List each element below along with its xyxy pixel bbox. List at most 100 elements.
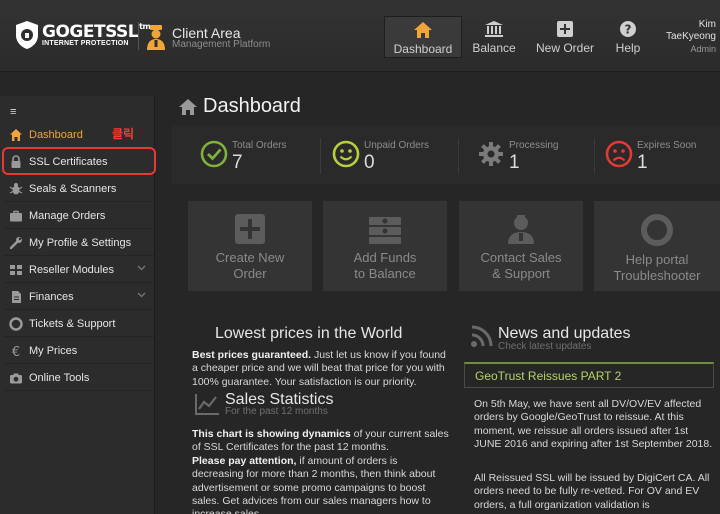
rss-icon [471,325,493,347]
nav-dashboard[interactable]: Dashboard [384,16,462,58]
sidebar-item-label: My Profile & Settings [29,236,132,249]
news-headline: GeoTrust Reissues PART 2 [475,369,622,383]
logo-tagline: INTERNET PROTECTION [42,40,129,47]
stat-total-orders[interactable]: Total Orders 7 [200,136,310,176]
tile-line1: Create New [215,250,285,265]
home-icon [414,22,432,38]
stat-divider [320,138,321,174]
sidebar-item-label: Online Tools [29,371,90,384]
sidebar-item-my-prices[interactable]: € My Prices [4,338,154,364]
sidebar: ≡ Dashboard 클릭 SSL Certificates Seals & … [0,96,156,514]
stat-label: Expires Soon [637,140,697,151]
header-subtitle: Management Platform [172,39,271,50]
sales-statistics-subtitle: For the past 12 months [225,406,328,417]
chevron-down-icon [137,292,146,298]
highlight-annotation-box [2,147,156,175]
bank-icon [485,21,503,37]
sidebar-item-reseller-modules[interactable]: Reseller Modules [4,257,154,283]
stat-label: Total Orders [232,140,287,151]
lifebuoy-icon [9,316,23,331]
smile-icon [332,140,360,168]
shield-logo-icon [16,21,38,49]
news-subtitle: Check latest updates [498,341,592,352]
stat-expires-soon[interactable]: Expires Soon 1 [605,136,715,176]
sidebar-item-seals-scanners[interactable]: Seals & Scanners [4,176,154,202]
user-menu[interactable]: Kim TaeKyeong Admin [666,19,716,55]
sales-bold-1: This chart is showing dynamics [192,428,351,440]
sidebar-item-label: My Prices [29,344,78,357]
plus-icon [557,21,573,37]
header-divider [138,22,139,50]
stat-processing[interactable]: Processing 1 [477,136,587,176]
sales-statistics-text: This chart is showing dynamics of your c… [192,428,450,514]
news-paragraph-1: On 5th May, we have sent all DV/OV/EV af… [474,398,713,451]
create-new-order-tile[interactable]: Create New Order [188,201,312,291]
menu-toggle-icon[interactable]: ≡ [10,106,16,118]
home-icon [10,128,22,141]
tile-line2: & Support [492,266,550,281]
sales-bold-2: Please pay attention, [192,454,297,467]
news-paragraph-2: All Reissued SSL will be issued by DigiC… [474,472,710,511]
sidebar-item-manage-orders[interactable]: Manage Orders [4,203,154,229]
sidebar-item-label: Reseller Modules [29,263,114,276]
stat-label: Unpaid Orders [364,140,430,151]
svg-text:?: ? [625,23,632,37]
line-chart-icon [195,394,219,415]
tile-line2: Troubleshooter [613,268,701,283]
sidebar-item-online-tools[interactable]: Online Tools [4,365,154,391]
gogetssl-logo[interactable]: GOGETSSLtm INTERNET PROTECTION [14,20,151,50]
question-icon: ? [620,21,636,37]
lifebuoy-icon [641,214,673,246]
stat-value: 1 [509,152,520,173]
tile-line2: Order [233,266,267,281]
page-title-text: Dashboard [203,95,301,117]
svg-text:€: € [12,345,20,358]
stat-value: 0 [364,152,375,173]
check-circle-icon [200,140,228,168]
nav-help[interactable]: ? Help [606,16,650,58]
stat-label: Processing [509,140,559,151]
sidebar-item-label: Manage Orders [29,209,106,222]
plus-square-icon [235,214,265,244]
bug-icon [9,182,23,194]
nav-balance-label: Balance [472,41,516,55]
sidebar-item-label: Seals & Scanners [29,182,117,195]
sidebar-item-finances[interactable]: Finances [4,284,154,310]
euro-icon: € [12,345,20,358]
nav-balance[interactable]: Balance [466,16,522,58]
logo-wordmark: GOGETSSLtm [42,22,151,42]
stats-panel: Total Orders 7 Unpaid Orders 0 Processin… [172,126,720,184]
gear-icon [479,142,503,166]
client-user-icon [147,25,165,50]
file-icon [12,290,21,303]
click-annotation: 클릭 [112,127,135,141]
top-bar: GOGETSSLtm INTERNET PROTECTION Client Ar… [0,0,720,72]
page-title: Dashboard [178,95,301,118]
sidebar-item-my-profile-settings[interactable]: My Profile & Settings [4,230,154,256]
contact-sales-tile[interactable]: Contact Sales & Support [459,201,583,291]
sidebar-item-tickets-support[interactable]: Tickets & Support [4,311,154,337]
user-last-name: TaeKyeong [665,31,716,42]
user-first-name: Kim [698,19,716,30]
stat-divider [594,138,595,174]
support-agent-icon [508,215,534,244]
lowest-prices-text: Best prices guaranteed. Just let us know… [192,349,450,389]
sidebar-item-label: Dashboard [29,128,83,141]
stat-divider [458,138,459,174]
chevron-down-icon [137,265,146,271]
briefcase-icon [10,210,22,221]
tile-line1: Add Funds [353,250,417,265]
money-icon [369,217,401,244]
user-role: Admin [690,44,716,54]
help-portal-tile[interactable]: Help portal Troubleshooter [594,201,720,291]
nav-new-order[interactable]: New Order [530,16,600,58]
nav-dashboard-label: Dashboard [393,42,453,56]
frown-icon [605,140,633,168]
sidebar-item-label: Finances [29,290,74,303]
th-icon [10,264,22,275]
tile-line1: Contact Sales [480,250,562,265]
add-funds-tile[interactable]: Add Funds to Balance [323,201,447,291]
stat-unpaid-orders[interactable]: Unpaid Orders 0 [332,136,452,176]
tile-line2: to Balance [354,266,416,281]
news-headline-bar[interactable]: GeoTrust Reissues PART 2 [464,362,714,388]
